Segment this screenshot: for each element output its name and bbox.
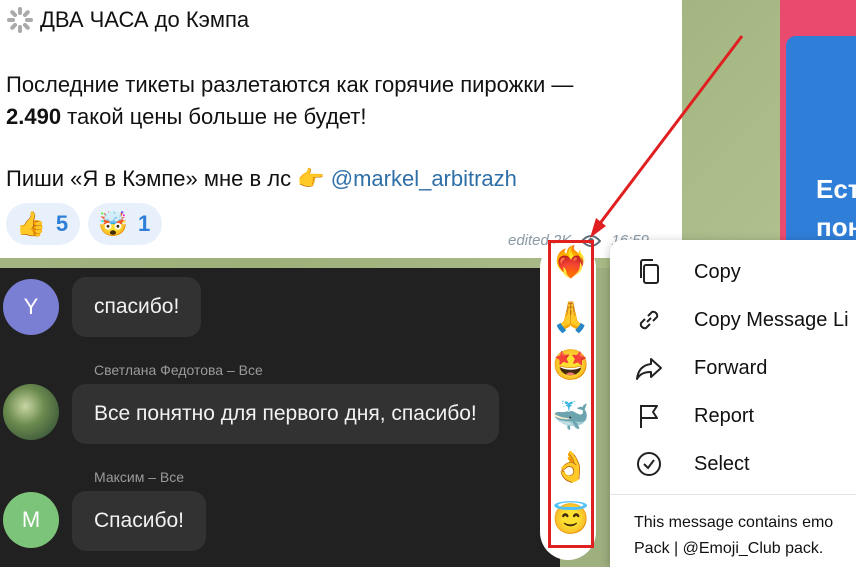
menu-item-report[interactable]: Report — [634, 401, 754, 431]
comment-author: Максим – Все — [94, 469, 185, 485]
comment-author: Светлана Федотова – Все — [94, 362, 263, 378]
forward-icon — [634, 353, 664, 383]
avatar[interactable]: M — [3, 492, 59, 548]
reaction-count: 5 — [55, 211, 69, 236]
comment-bubble[interactable]: спасибо! — [72, 277, 202, 337]
comment-bubble[interactable]: Все понятно для первого дня, спасибо! — [72, 384, 499, 444]
copy-icon — [634, 257, 664, 287]
highlight-frame — [548, 240, 594, 548]
right-preview-panel: Ест пон — [780, 0, 856, 240]
preview-text: Ест пон — [816, 174, 856, 240]
mention-link[interactable]: @markel_arbitrazh — [331, 166, 517, 191]
comments-panel: Y спасибо! Светлана Федотова – Все Все п… — [0, 268, 560, 567]
message-line-3: Пиши «Я в Кэмпе» мне в лс 👉 @markel_arbi… — [6, 166, 517, 191]
emoji-pack-info[interactable]: This message contains emo Pack | @Emoji_… — [634, 510, 833, 562]
flag-icon — [634, 401, 664, 431]
loading-spinner-icon — [6, 6, 34, 34]
link-icon — [634, 305, 664, 335]
thumbs-up-icon: 👍 — [16, 210, 46, 238]
channel-message[interactable]: ДВА ЧАСА до Кэмпа Последние тикеты разле… — [0, 0, 682, 258]
message-reactions: 👍 5 🤯 1 — [6, 203, 163, 245]
context-menu: Copy Copy Message Li Forward Report Sele… — [610, 240, 856, 567]
message-title: ДВА ЧАСА до Кэмпа — [6, 6, 249, 34]
menu-item-copy-link[interactable]: Copy Message Li — [634, 305, 849, 335]
mind-blown-icon: 🤯 — [98, 210, 129, 238]
message-line-1: Последние тикеты разлетаются как горячие… — [6, 72, 574, 97]
menu-item-copy[interactable]: Copy — [634, 257, 741, 287]
reaction-mind-blown[interactable]: 🤯 1 — [88, 203, 163, 245]
avatar[interactable]: Y — [3, 279, 59, 335]
reaction-count: 1 — [138, 211, 151, 236]
price: 2.490 — [6, 104, 62, 129]
menu-item-select[interactable]: Select — [634, 449, 750, 479]
comment-bubble[interactable]: Спасибо! — [72, 491, 206, 551]
avatar[interactable] — [3, 384, 59, 440]
message-title-text: ДВА ЧАСА до Кэмпа — [40, 7, 250, 32]
check-circle-icon — [634, 449, 664, 479]
menu-item-forward[interactable]: Forward — [634, 353, 767, 383]
menu-divider — [610, 494, 856, 495]
reaction-thumbs-up[interactable]: 👍 5 — [6, 203, 81, 245]
message-line-2: 2.490 такой цены больше не будет! — [6, 104, 367, 129]
